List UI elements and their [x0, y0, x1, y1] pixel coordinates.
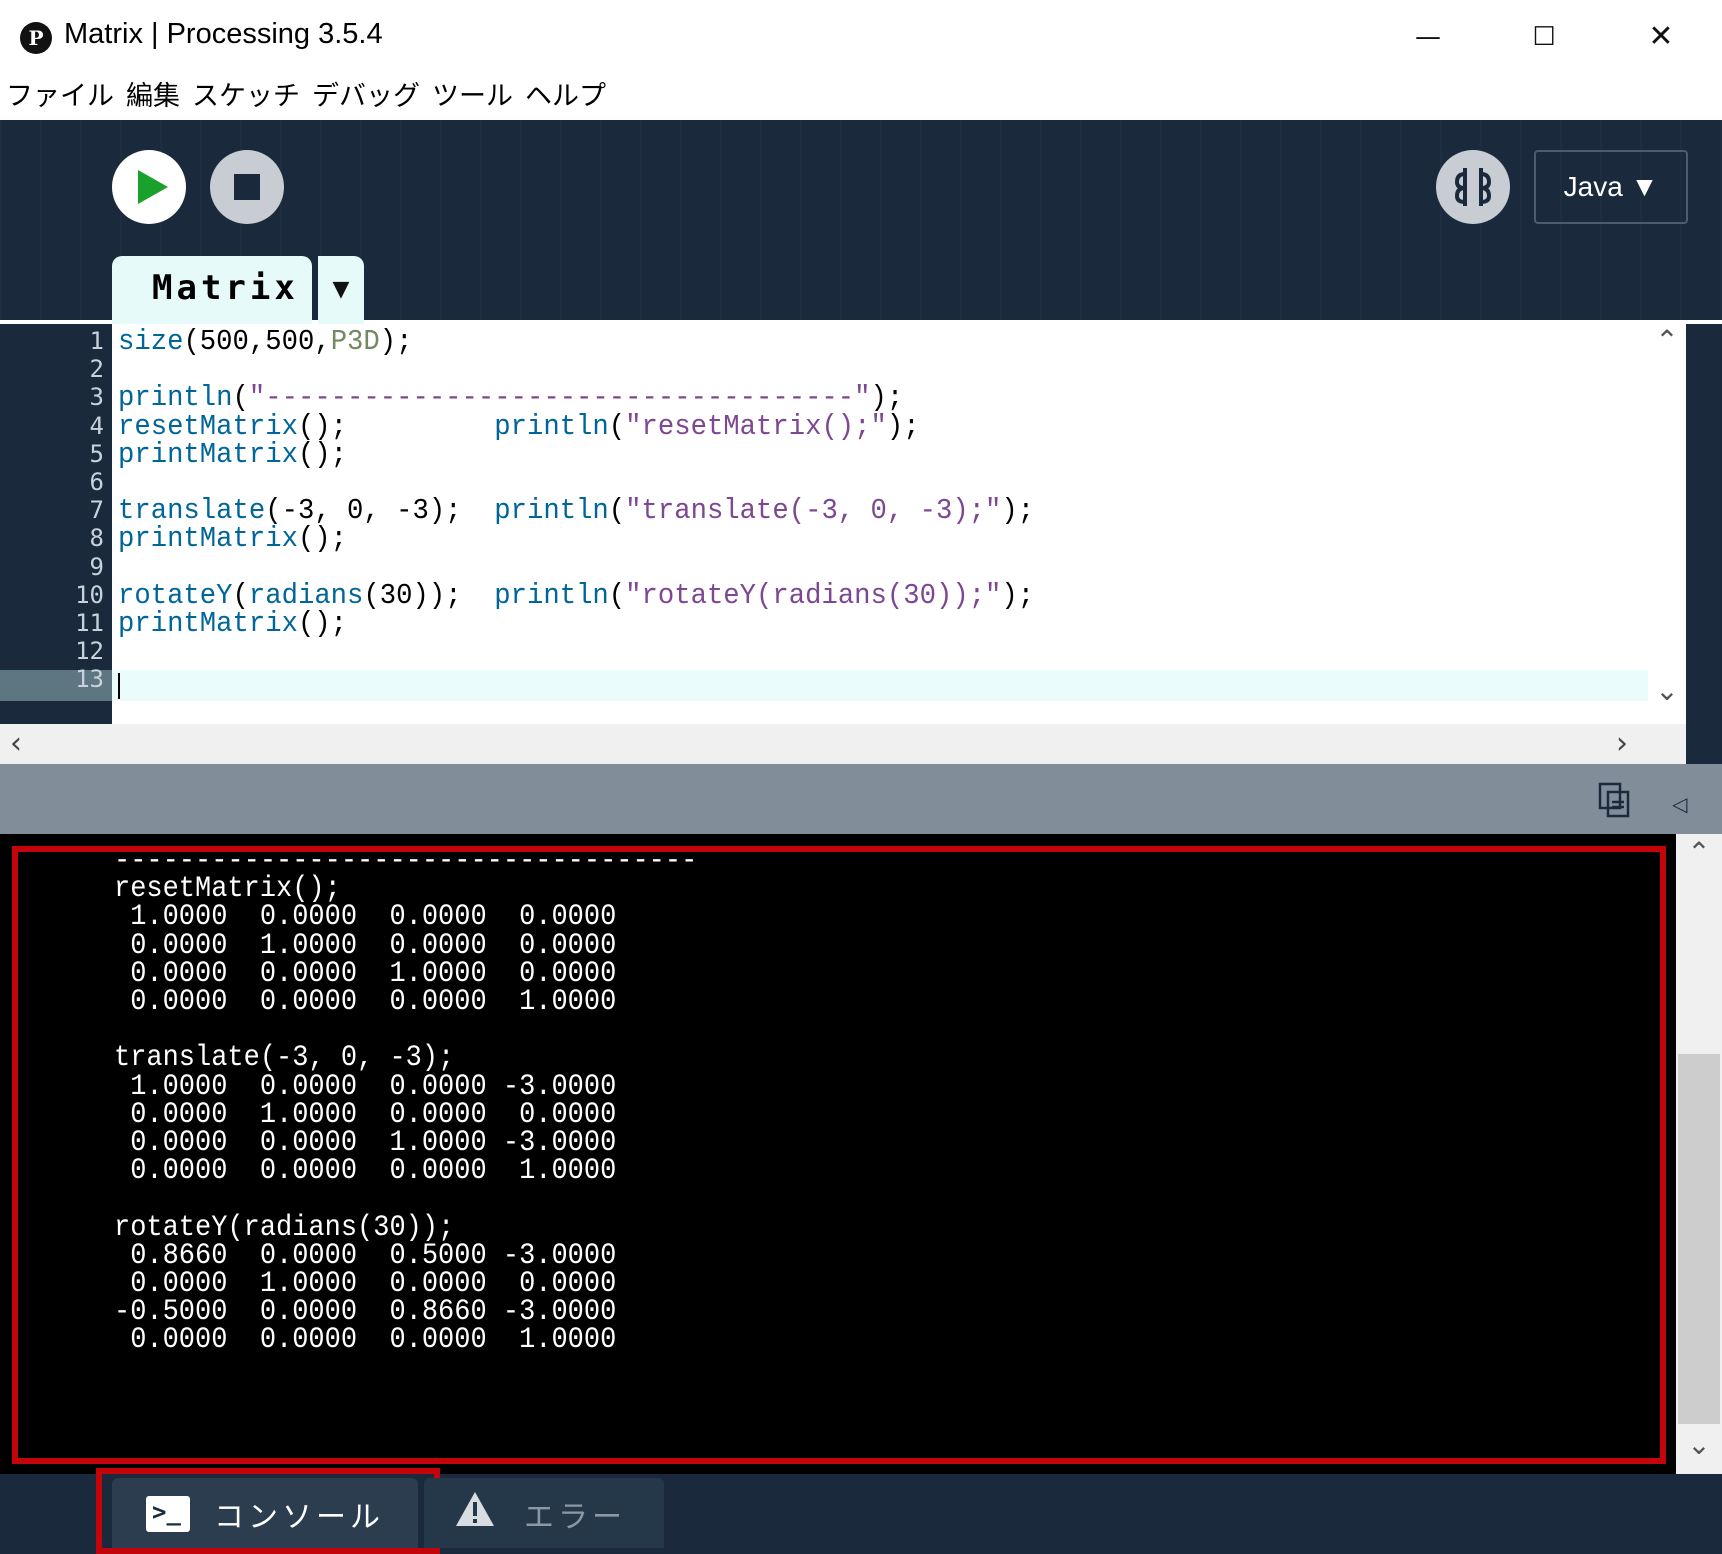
minimize-button[interactable]: — — [1398, 14, 1458, 60]
stop-icon — [234, 174, 260, 200]
line-number: 3 — [89, 383, 104, 412]
line-number-gutter: 1 2 3 4 5 6 7 8 9 10 11 12 13 — [0, 324, 112, 724]
line-number: 11 — [75, 609, 104, 637]
tab-menu-button[interactable]: ▼ — [318, 256, 364, 324]
stop-button[interactable] — [210, 150, 284, 224]
editor-horizontal-scrollbar[interactable]: ‹ › — [0, 724, 1686, 764]
copy-console-icon[interactable] — [1598, 782, 1632, 818]
menu-sketch[interactable]: スケッチ — [192, 74, 300, 120]
scroll-right-icon[interactable]: › — [1616, 724, 1628, 764]
tab-matrix[interactable]: Matrix — [112, 256, 312, 324]
run-button[interactable] — [112, 150, 186, 224]
maximize-button[interactable]: ☐ — [1514, 14, 1574, 60]
line-number: 2 — [89, 355, 104, 384]
editor-vertical-scrollbar[interactable]: ⌃ ⌄ — [1648, 324, 1686, 724]
line-number: 8 — [89, 524, 104, 553]
line-number: 13 — [75, 665, 104, 694]
line-number: 6 — [89, 468, 104, 496]
menu-bar: ファイル 編集 スケッチ デバッグ ツール ヘルプ — [0, 74, 1720, 120]
console-header — [0, 764, 1722, 834]
mode-select[interactable]: Java ▼ — [1534, 150, 1688, 224]
console-scroll-thumb[interactable] — [1678, 1054, 1720, 1424]
code-line: printMatrix(); — [118, 607, 348, 640]
line-number: 1 — [89, 327, 104, 355]
line-number: 5 — [89, 439, 104, 468]
code-line: printMatrix(); — [118, 522, 348, 556]
line-number: 7 — [89, 496, 104, 525]
console-scroll-down-icon[interactable]: ⌄ — [1676, 1428, 1722, 1461]
debugger-icon — [1454, 168, 1492, 206]
line-number: 4 — [89, 411, 104, 440]
console-vertical-scrollbar[interactable]: ⌃ ⌄ — [1676, 834, 1722, 1474]
line-number: 10 — [75, 580, 104, 609]
menu-file[interactable]: ファイル — [6, 74, 114, 120]
current-line-highlight — [112, 670, 1648, 701]
code-line: printMatrix(); — [118, 437, 348, 471]
code-editor[interactable]: size(500,500,P3D); println("-------------… — [112, 324, 1648, 724]
collapse-triangle-icon[interactable]: ◁ — [1672, 792, 1687, 816]
menu-tools[interactable]: ツール — [432, 74, 513, 120]
close-button[interactable]: ✕ — [1631, 14, 1691, 60]
scroll-left-icon[interactable]: ‹ — [10, 724, 22, 764]
line-number: 9 — [89, 552, 104, 581]
menu-edit[interactable]: 編集 — [126, 74, 180, 120]
menu-help[interactable]: ヘルプ — [525, 74, 606, 120]
scroll-up-icon[interactable]: ⌃ — [1648, 324, 1686, 357]
console-scroll-up-icon[interactable]: ⌃ — [1676, 836, 1722, 869]
warning-icon — [456, 1492, 494, 1526]
play-icon — [138, 170, 168, 204]
console-highlight-box — [12, 846, 1666, 1464]
console-tab-highlight-box — [96, 1468, 440, 1554]
editor-right-edge — [1686, 324, 1722, 764]
window-title: Matrix | Processing 3.5.4 — [64, 18, 383, 50]
line-number: 12 — [75, 637, 104, 666]
tab-label: Matrix — [152, 268, 299, 308]
errors-tab-label: エラー — [524, 1500, 626, 1535]
scroll-down-icon[interactable]: ⌄ — [1648, 674, 1686, 707]
processing-logo-icon: P — [20, 22, 52, 54]
debugger-button[interactable] — [1436, 150, 1510, 224]
code-line: size(500,500,P3D); — [118, 325, 413, 358]
text-cursor — [118, 673, 120, 699]
menu-debug[interactable]: デバッグ — [312, 74, 420, 120]
